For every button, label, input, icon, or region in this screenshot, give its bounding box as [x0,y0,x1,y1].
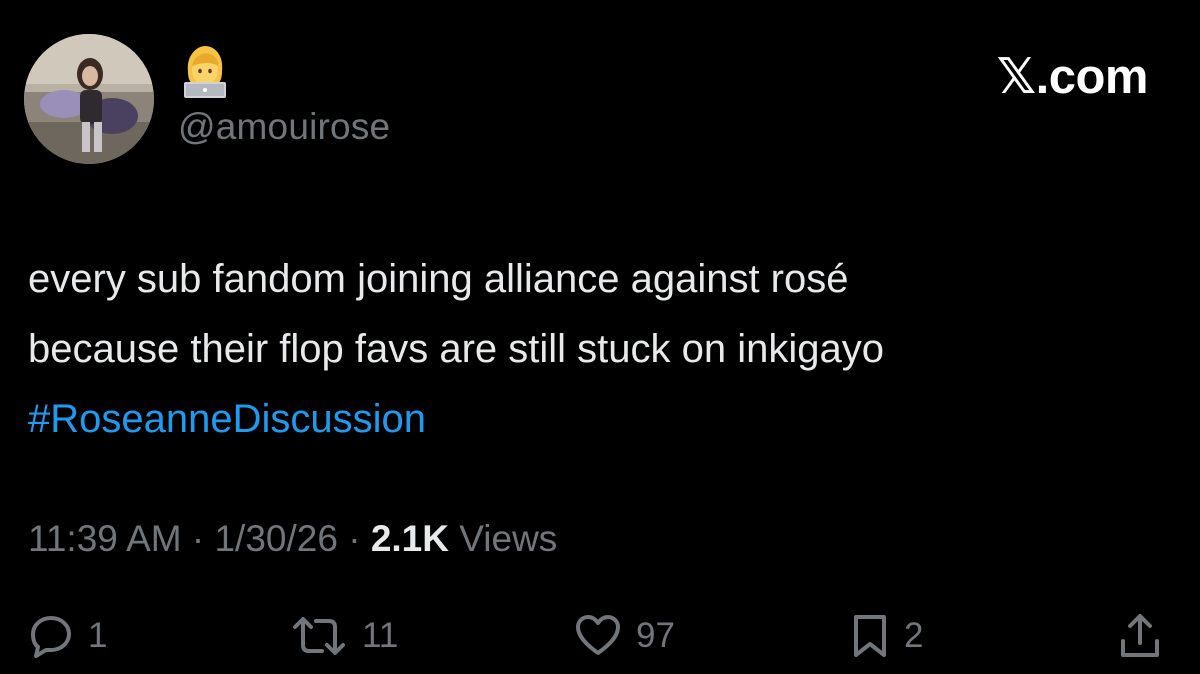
avatar[interactable] [24,34,154,164]
bookmark-count: 2 [904,616,924,655]
reply-count: 1 [88,616,108,655]
share-button[interactable] [1118,604,1162,668]
tweet-body: every sub fandom joining alliance agains… [28,244,1168,454]
tweet-line: every sub fandom joining alliance agains… [28,257,849,301]
tweet-meta: 11:39 AM · 1/30/26 · 2.1K Views [28,518,557,560]
avatar-image [24,34,154,164]
tweet-line: because their flop favs are still stuck … [28,327,884,371]
handle[interactable]: @amouirose [178,106,390,148]
share-icon [1121,614,1159,657]
repost-count: 11 [362,616,399,655]
like-button[interactable]: 97 [574,604,675,668]
action-bar: 1 11 97 2 [0,604,1200,668]
brand-logo[interactable]: 𝕏.com [997,48,1149,105]
views-count: 2.1K [370,518,449,559]
like-count: 97 [636,616,675,655]
repost-icon [293,617,345,655]
technologist-emoji-icon [180,44,230,100]
timestamp[interactable]: 11:39 AM [28,518,182,559]
repost-button[interactable]: 11 [290,604,398,668]
date[interactable]: 1/30/26 [214,518,337,559]
separator: · [348,518,361,559]
separator: · [191,518,205,559]
hashtag-link[interactable]: #RoseanneDiscussion [28,384,1168,454]
reply-button[interactable]: 1 [28,604,107,668]
bookmark-icon [854,615,886,657]
reply-icon [31,616,71,658]
views-label: Views [459,518,558,559]
heart-icon [576,615,620,655]
bookmark-button[interactable]: 2 [850,604,923,668]
